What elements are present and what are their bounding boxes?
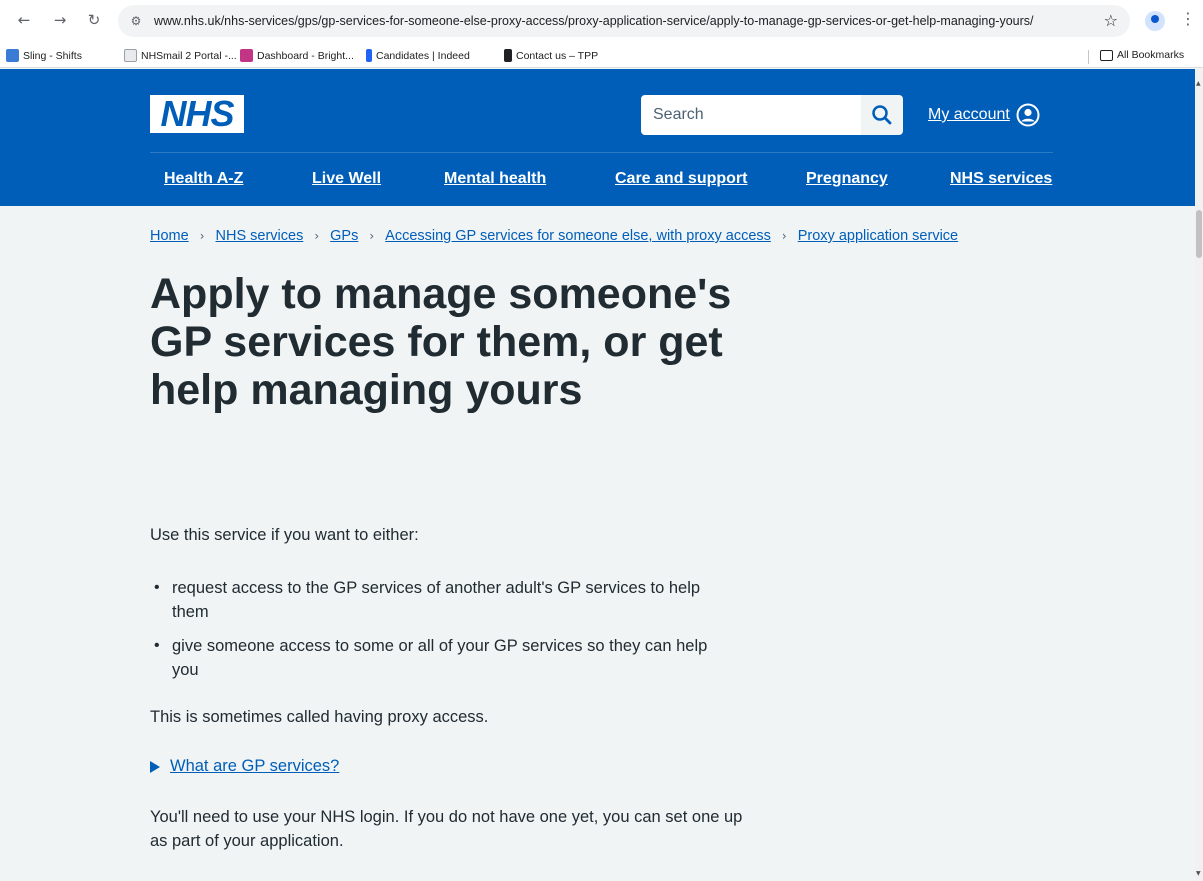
all-bookmarks-label: All Bookmarks: [1117, 49, 1185, 61]
nav-mental-health[interactable]: Mental health: [444, 170, 546, 188]
bookmark-sling[interactable]: Sling - Shifts: [6, 49, 82, 62]
profile-avatar-icon[interactable]: [1145, 11, 1165, 31]
nav-health-a-z[interactable]: Health A-Z: [164, 170, 243, 188]
nav-nhs-services[interactable]: NHS services: [950, 170, 1052, 188]
brighthr-icon: [240, 49, 253, 62]
bookmarks-divider: [1088, 50, 1089, 64]
my-account-link[interactable]: My account: [928, 103, 1040, 127]
sling-icon: [6, 49, 19, 62]
page-title: Apply to manage someone's GP services fo…: [150, 270, 732, 414]
chevron-right-icon: ›: [199, 229, 205, 243]
nav-pregnancy[interactable]: Pregnancy: [806, 170, 888, 188]
nav-care-and-support[interactable]: Care and support: [615, 170, 747, 188]
search-form: [641, 95, 903, 135]
document-icon: [124, 49, 137, 62]
bookmark-label: NHSmail 2 Portal -...: [141, 49, 237, 62]
chevron-right-icon: ›: [369, 229, 375, 243]
all-bookmarks[interactable]: All Bookmarks: [1100, 49, 1184, 61]
proxy-access-text: This is sometimes called having proxy ac…: [150, 708, 489, 726]
address-bar[interactable]: ⚙ www.nhs.uk/nhs-services/gps/gp-service…: [118, 5, 1130, 37]
scrollbar[interactable]: [1195, 69, 1203, 881]
bookmark-label: Candidates | Indeed: [376, 49, 470, 62]
search-icon: [872, 105, 892, 125]
breadcrumb: Home › NHS services › GPs › Accessing GP…: [150, 228, 958, 244]
list-item: • give someone access to some or all of …: [150, 634, 730, 682]
chevron-right-icon: ›: [314, 229, 320, 243]
reload-icon[interactable]: ↻: [84, 10, 104, 30]
intro-text: Use this service if you want to either:: [150, 526, 419, 544]
bookmark-indeed[interactable]: Candidates | Indeed: [366, 49, 470, 62]
bookmark-tpp[interactable]: Contact us – TPP: [504, 49, 598, 62]
site-header: NHS My account Health A-Z Live Well Ment…: [0, 69, 1195, 206]
scrollbar-thumb[interactable]: [1196, 210, 1202, 258]
forward-icon[interactable]: →: [50, 10, 70, 30]
site-info-icon[interactable]: ⚙: [128, 13, 144, 29]
details-label: What are GP services?: [170, 757, 340, 775]
chevron-right-icon: ›: [781, 229, 787, 243]
search-input[interactable]: [641, 95, 861, 135]
back-icon[interactable]: ←: [14, 10, 34, 30]
browser-toolbar: ← → ↻ ⚙ www.nhs.uk/nhs-services/gps/gp-s…: [0, 0, 1203, 46]
bookmark-dashboard[interactable]: Dashboard - Bright...: [240, 49, 354, 62]
breadcrumb-home[interactable]: Home: [150, 228, 189, 244]
user-icon: [1016, 103, 1040, 127]
header-divider: [150, 152, 1053, 153]
list-item-text: give someone access to some or all of yo…: [172, 637, 708, 679]
nhs-login-text: You'll need to use your NHS login. If yo…: [150, 808, 743, 850]
breadcrumb-proxy-application-service[interactable]: Proxy application service: [798, 228, 958, 244]
bookmark-star-icon[interactable]: ☆: [1104, 11, 1118, 30]
menu-kebab-icon[interactable]: ⋮: [1180, 9, 1196, 28]
bullet-icon: •: [154, 637, 160, 654]
indeed-icon: [366, 49, 372, 62]
list-item-text: request access to the GP services of ano…: [172, 579, 701, 621]
bookmark-label: Dashboard - Bright...: [257, 49, 354, 62]
scroll-up-icon[interactable]: ▲: [1196, 80, 1201, 87]
nav-live-well[interactable]: Live Well: [312, 170, 381, 188]
breadcrumb-gps[interactable]: GPs: [330, 228, 358, 244]
breadcrumb-nhs-services[interactable]: NHS services: [216, 228, 304, 244]
bullet-icon: •: [154, 579, 160, 596]
triangle-right-icon: [150, 760, 160, 773]
bookmark-label: Contact us – TPP: [516, 49, 599, 62]
breadcrumb-proxy-access[interactable]: Accessing GP services for someone else, …: [385, 228, 771, 244]
bookmarks-bar: Sling - Shifts NHSmail 2 Portal -... Das…: [0, 46, 1203, 68]
url-text[interactable]: www.nhs.uk/nhs-services/gps/gp-services-…: [154, 14, 1034, 28]
list-item: • request access to the GP services of a…: [150, 576, 730, 624]
details-toggle[interactable]: What are GP services?: [150, 757, 339, 776]
search-button[interactable]: [861, 95, 903, 135]
bookmark-label: Sling - Shifts: [23, 49, 82, 62]
nhs-logo[interactable]: NHS: [150, 95, 244, 133]
bookmark-nhsmail[interactable]: NHSmail 2 Portal -...: [124, 49, 237, 62]
folder-icon: [1100, 49, 1113, 61]
scroll-down-icon[interactable]: ▼: [1196, 870, 1201, 877]
my-account-label: My account: [928, 106, 1010, 123]
tpp-icon: [504, 49, 512, 62]
